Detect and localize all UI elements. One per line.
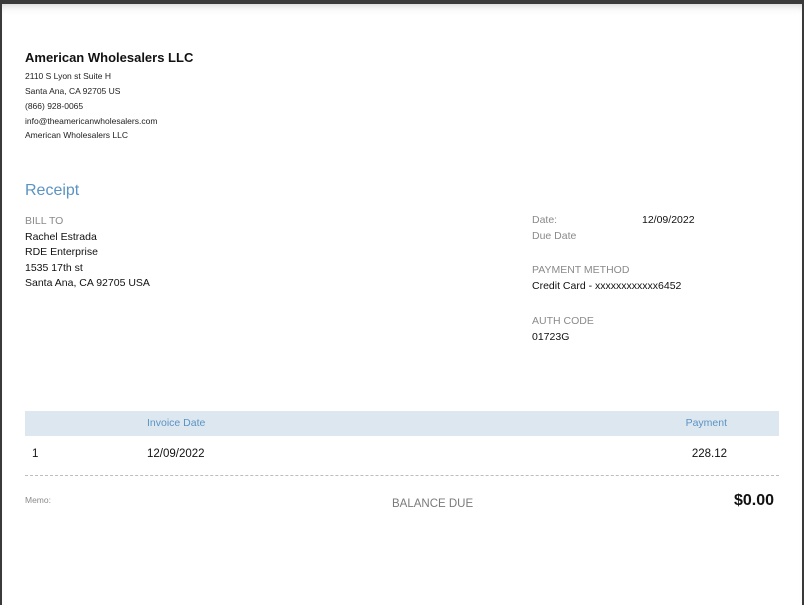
payment-method-label: PAYMENT METHOD (532, 264, 630, 276)
date-value: 12/09/2022 (642, 214, 695, 226)
document-title: Receipt (25, 182, 80, 199)
bill-to-label: BILL TO (25, 215, 64, 227)
table-row: 1 12/09/2022 228.12 (25, 446, 779, 464)
divider (25, 475, 779, 476)
table-header: Invoice Date Payment (25, 411, 779, 436)
bill-to-street: 1535 17th st (25, 261, 83, 274)
company-phone: (866) 928-0065 (25, 101, 84, 111)
header-payment: Payment (685, 417, 727, 429)
auth-code-value: 01723G (532, 331, 570, 343)
company-name-repeat: American Wholesalers LLC (25, 130, 128, 140)
company-email: info@theamericanwholesalers.com (25, 116, 158, 126)
header-invoice-date: Invoice Date (147, 417, 206, 429)
due-date-label: Due Date (532, 230, 577, 242)
receipt-page: American Wholesalers LLC 2110 S Lyon st … (2, 4, 802, 605)
payment-method-value: Credit Card - xxxxxxxxxxxx6452 (532, 280, 682, 292)
company-address-line1: 2110 S Lyon st Suite H (25, 71, 111, 81)
company-name: American Wholesalers LLC (25, 50, 194, 65)
company-address-line2: Santa Ana, CA 92705 US (25, 86, 121, 96)
date-label: Date: (532, 214, 558, 226)
row-payment: 228.12 (691, 448, 727, 460)
balance-due-value: $0.00 (733, 492, 774, 509)
auth-code-label: AUTH CODE (532, 315, 594, 327)
bill-to-company: RDE Enterprise (25, 246, 98, 259)
bill-to-name: Rachel Estrada (25, 230, 97, 243)
row-invoice-date: 12/09/2022 (147, 448, 205, 460)
bill-to-block: BILL TO Rachel Estrada RDE Enterprise 15… (25, 214, 150, 292)
balance-due-label: BALANCE DUE (392, 498, 474, 510)
row-number: 1 (32, 448, 39, 460)
memo-label: Memo: (25, 495, 51, 505)
bill-to-city: Santa Ana, CA 92705 USA (25, 277, 150, 290)
